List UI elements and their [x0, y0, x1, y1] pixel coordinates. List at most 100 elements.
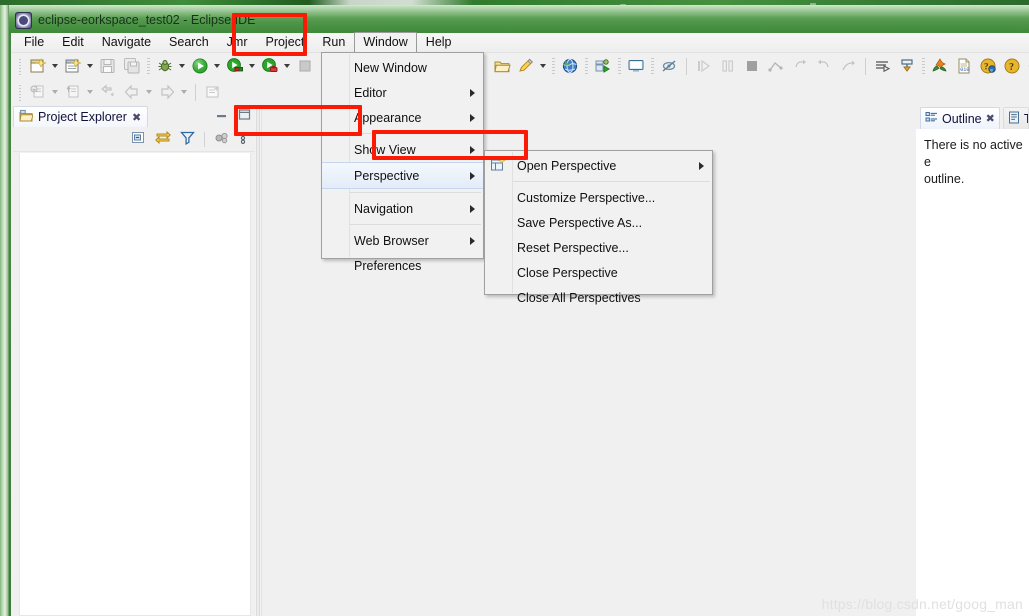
console-icon[interactable]	[625, 55, 647, 77]
menu-separator	[513, 181, 710, 182]
filter-icon[interactable]	[180, 130, 195, 148]
submenu-arrow-icon	[699, 161, 704, 170]
profile-icon[interactable]	[259, 55, 281, 77]
open-resource-dropdown[interactable]	[85, 81, 94, 103]
help-search-icon[interactable]: ? e	[977, 55, 999, 77]
focus-on-active-task-icon[interactable]	[214, 130, 230, 148]
menu-item-web-browser[interactable]: Web Browser	[322, 228, 483, 253]
toolbar-grip[interactable]	[17, 83, 24, 101]
debug-icon[interactable]	[154, 55, 176, 77]
menu-item-label: Editor	[354, 85, 387, 100]
drop-to-frame-icon	[837, 55, 859, 77]
tab-task-list[interactable]: T	[1002, 107, 1029, 129]
outline-empty-line1: There is no active e	[924, 138, 1023, 169]
outline-icon	[925, 111, 938, 127]
new-wizard-icon[interactable]	[27, 55, 49, 77]
no-marker-icon[interactable]	[658, 55, 680, 77]
menu-item-label: Navigation	[354, 201, 414, 216]
menu-item-close-perspective[interactable]: Close Perspective	[485, 260, 712, 285]
menu-help[interactable]: Help	[417, 32, 461, 53]
submenu-arrow-icon	[470, 88, 475, 97]
menu-item-label: Close Perspective	[517, 265, 618, 280]
debug-dropdown[interactable]	[177, 55, 186, 77]
toolbar-grip[interactable]	[17, 57, 24, 75]
submenu-arrow-icon	[470, 113, 475, 122]
close-icon[interactable]: ✖	[132, 111, 141, 124]
pencil-dropdown[interactable]	[538, 55, 547, 77]
pencil-icon[interactable]	[515, 55, 537, 77]
profile-dropdown[interactable]	[282, 55, 291, 77]
annotation-box-menubar	[232, 13, 307, 56]
run-icon[interactable]	[189, 55, 211, 77]
menu-item-label: Preferences	[354, 258, 422, 273]
task-list-icon	[1008, 111, 1020, 127]
project-explorer-tree[interactable]	[19, 153, 251, 616]
link-with-editor-icon[interactable]	[155, 130, 171, 148]
outline-tabbar: Outline ✖ T	[916, 105, 1029, 129]
window-title: eclipse-eorkspace_test02 - Eclipse IDE	[38, 13, 256, 27]
toolbar-separator	[204, 131, 205, 147]
forward-dropdown[interactable]	[179, 81, 188, 103]
toolbar-separator	[147, 57, 150, 75]
minimize-icon[interactable]	[215, 108, 228, 124]
menu-item-perspective[interactable]: Perspective	[322, 162, 483, 189]
open-folder-icon[interactable]	[491, 55, 513, 77]
menu-item-close-all-perspectives[interactable]: Close All Perspectives	[485, 285, 712, 310]
open-type-dropdown[interactable]	[50, 81, 59, 103]
back-dropdown[interactable]	[144, 81, 153, 103]
close-icon[interactable]: ✖	[986, 112, 995, 125]
menu-item-reset-perspective[interactable]: Reset Perspective...	[485, 235, 712, 260]
new-java-project-dropdown[interactable]	[85, 55, 94, 77]
project-explorer-icon	[19, 109, 34, 126]
run-dropdown[interactable]	[212, 55, 221, 77]
menu-item-new-window[interactable]: New Window	[322, 55, 483, 80]
svg-text:?: ?	[984, 62, 989, 72]
collapse-all-icon[interactable]	[131, 130, 146, 148]
window-titlebar[interactable]: eclipse-eorkspace_test02 - Eclipse IDE	[9, 5, 1029, 33]
menu-search[interactable]: Search	[160, 32, 218, 53]
run-last-tool-icon[interactable]	[872, 55, 894, 77]
properties-file-icon[interactable]: 010	[953, 55, 975, 77]
help-icon[interactable]: ?	[1001, 55, 1023, 77]
menu-item-save-perspective-as[interactable]: Save Perspective As...	[485, 210, 712, 235]
maven-icon[interactable]	[929, 55, 951, 77]
open-web-browser-icon[interactable]	[559, 55, 581, 77]
watermark: https://blog.csdn.net/goog_man	[821, 596, 1023, 612]
toolbar-separator	[651, 57, 654, 75]
step-return-icon	[789, 55, 811, 77]
terminate-icon	[294, 55, 316, 77]
menu-item-label: Perspective	[354, 168, 420, 183]
globe-icon[interactable]	[1025, 55, 1029, 77]
toolbar-separator	[552, 57, 555, 75]
menu-item-customize-perspective[interactable]: Customize Perspective...	[485, 185, 712, 210]
menu-run[interactable]: Run	[313, 32, 354, 53]
open-type-icon	[27, 81, 49, 103]
resume-icon	[813, 55, 835, 77]
coverage-dropdown[interactable]	[247, 55, 256, 77]
tab-outline[interactable]: Outline ✖	[920, 107, 1000, 129]
menu-item-label: Close All Perspectives	[517, 290, 641, 305]
coverage-icon[interactable]	[224, 55, 246, 77]
menu-edit[interactable]: Edit	[53, 32, 93, 53]
menu-item-editor[interactable]: Editor	[322, 80, 483, 105]
toolbar-separator	[195, 83, 196, 101]
menu-item-preferences[interactable]: Preferences	[322, 253, 483, 278]
menu-navigate[interactable]: Navigate	[93, 32, 160, 53]
debug-perspective-icon[interactable]	[592, 55, 614, 77]
main-toolbar: 010 ? e ?	[11, 53, 1029, 106]
menu-separator	[350, 192, 481, 193]
outline-empty-line2: outline.	[924, 172, 965, 186]
window-frame-left	[0, 5, 9, 616]
new-wizard-dropdown[interactable]	[50, 55, 59, 77]
tab-label: T	[1024, 112, 1028, 126]
toolbar-row-1-right: 010 ? e ?	[466, 53, 1029, 79]
menu-window[interactable]: Window	[354, 32, 417, 53]
tab-project-explorer[interactable]: Project Explorer ✖	[13, 106, 149, 127]
external-tools-icon[interactable]	[896, 55, 918, 77]
menu-item-navigation[interactable]: Navigation	[322, 196, 483, 221]
perspective-submenu-popup: Open Perspective Customize Perspective..…	[484, 150, 713, 305]
menu-file[interactable]: File	[15, 32, 53, 53]
menu-item-label: Reset Perspective...	[517, 240, 629, 255]
new-java-project-icon[interactable]	[62, 55, 84, 77]
annotation-box-show-view	[372, 130, 528, 160]
